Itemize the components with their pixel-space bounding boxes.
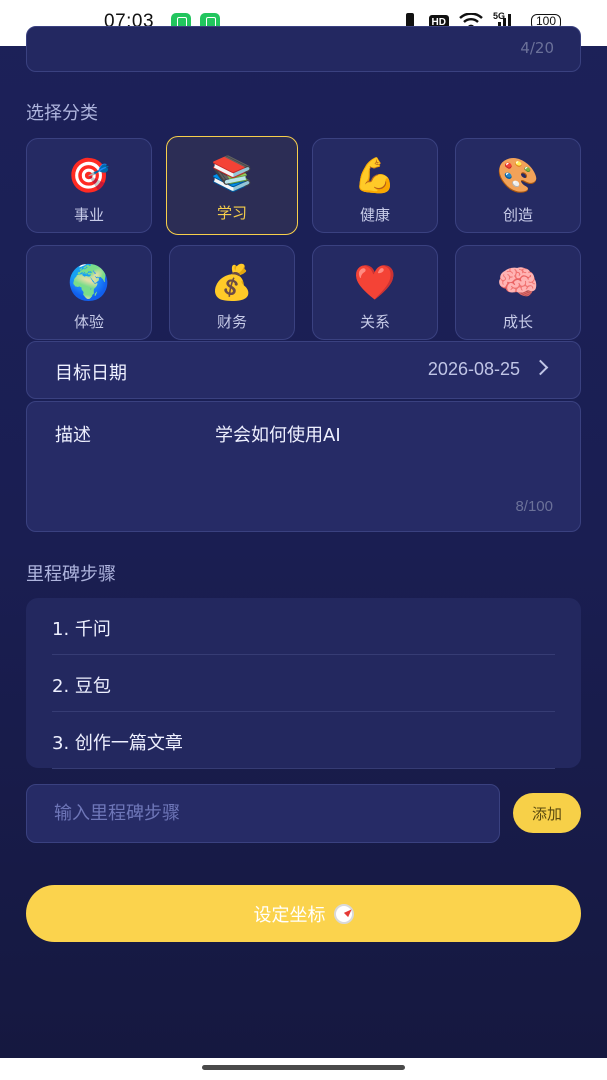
category-study[interactable]: 📚 学习 <box>166 136 298 235</box>
category-label: 财务 <box>216 313 247 331</box>
milestone-text: 2. 豆包 <box>52 676 111 697</box>
category-label: 事业 <box>73 206 104 224</box>
muscle-icon: 💪 <box>353 156 397 196</box>
category-relationship[interactable]: ❤️ 关系 <box>312 245 438 340</box>
add-milestone-button[interactable]: 添加 <box>513 793 581 833</box>
category-label: 关系 <box>359 313 390 331</box>
home-indicator[interactable] <box>202 1065 405 1070</box>
money-bag-icon: 💰 <box>210 263 254 303</box>
category-label: 学习 <box>216 204 247 222</box>
description-char-count: 8/100 <box>515 498 553 515</box>
heart-icon: ❤️ <box>353 263 397 303</box>
category-experience[interactable]: 🌍 体验 <box>26 245 152 340</box>
list-item[interactable]: 3. 创作一篇文章 <box>52 712 555 769</box>
milestone-text: 1. 千问 <box>52 619 111 640</box>
books-icon: 📚 <box>210 154 254 194</box>
target-icon: 🎯 <box>67 156 111 196</box>
category-health[interactable]: 💪 健康 <box>312 138 438 233</box>
category-label: 成长 <box>502 313 533 331</box>
category-career[interactable]: 🎯 事业 <box>26 138 152 233</box>
compass-icon <box>333 903 354 924</box>
submit-label: 设定坐标 <box>253 904 326 926</box>
milestone-list: 1. 千问 2. 豆包 3. 创作一篇文章 <box>26 598 581 769</box>
goal-title-field[interactable]: 4/20 <box>26 26 581 72</box>
set-coordinate-button[interactable]: 设定坐标 <box>26 885 581 942</box>
description-field[interactable]: 描述 学会如何使用AI 8/100 <box>26 401 581 532</box>
brain-icon: 🧠 <box>496 263 540 303</box>
category-label: 体验 <box>73 313 104 331</box>
description-label: 描述 <box>55 425 91 446</box>
milestone-text: 3. 创作一篇文章 <box>52 733 183 754</box>
milestone-section-label: 里程碑步骤 <box>26 564 116 585</box>
navigation-bar <box>0 1058 607 1080</box>
list-item[interactable]: 2. 豆包 <box>52 655 555 712</box>
milestone-input[interactable] <box>26 784 500 843</box>
description-text[interactable]: 学会如何使用AI <box>215 421 341 447</box>
category-label: 健康 <box>359 206 390 224</box>
title-char-count: 4/20 <box>520 39 554 57</box>
target-date-value: 2026-08-25 <box>427 359 520 379</box>
category-create[interactable]: 🎨 创造 <box>455 138 581 233</box>
category-finance[interactable]: 💰 财务 <box>169 245 295 340</box>
chevron-right-icon <box>532 359 549 376</box>
list-item[interactable]: 1. 千问 <box>52 598 555 655</box>
globe-icon: 🌍 <box>67 263 111 303</box>
target-date-label: 目标日期 <box>55 363 127 384</box>
palette-icon: 🎨 <box>496 156 540 196</box>
category-section-label: 选择分类 <box>26 103 98 124</box>
category-growth[interactable]: 🧠 成长 <box>455 245 581 340</box>
category-label: 创造 <box>502 206 533 224</box>
target-date-row[interactable]: 目标日期 2026-08-25 <box>26 341 581 399</box>
